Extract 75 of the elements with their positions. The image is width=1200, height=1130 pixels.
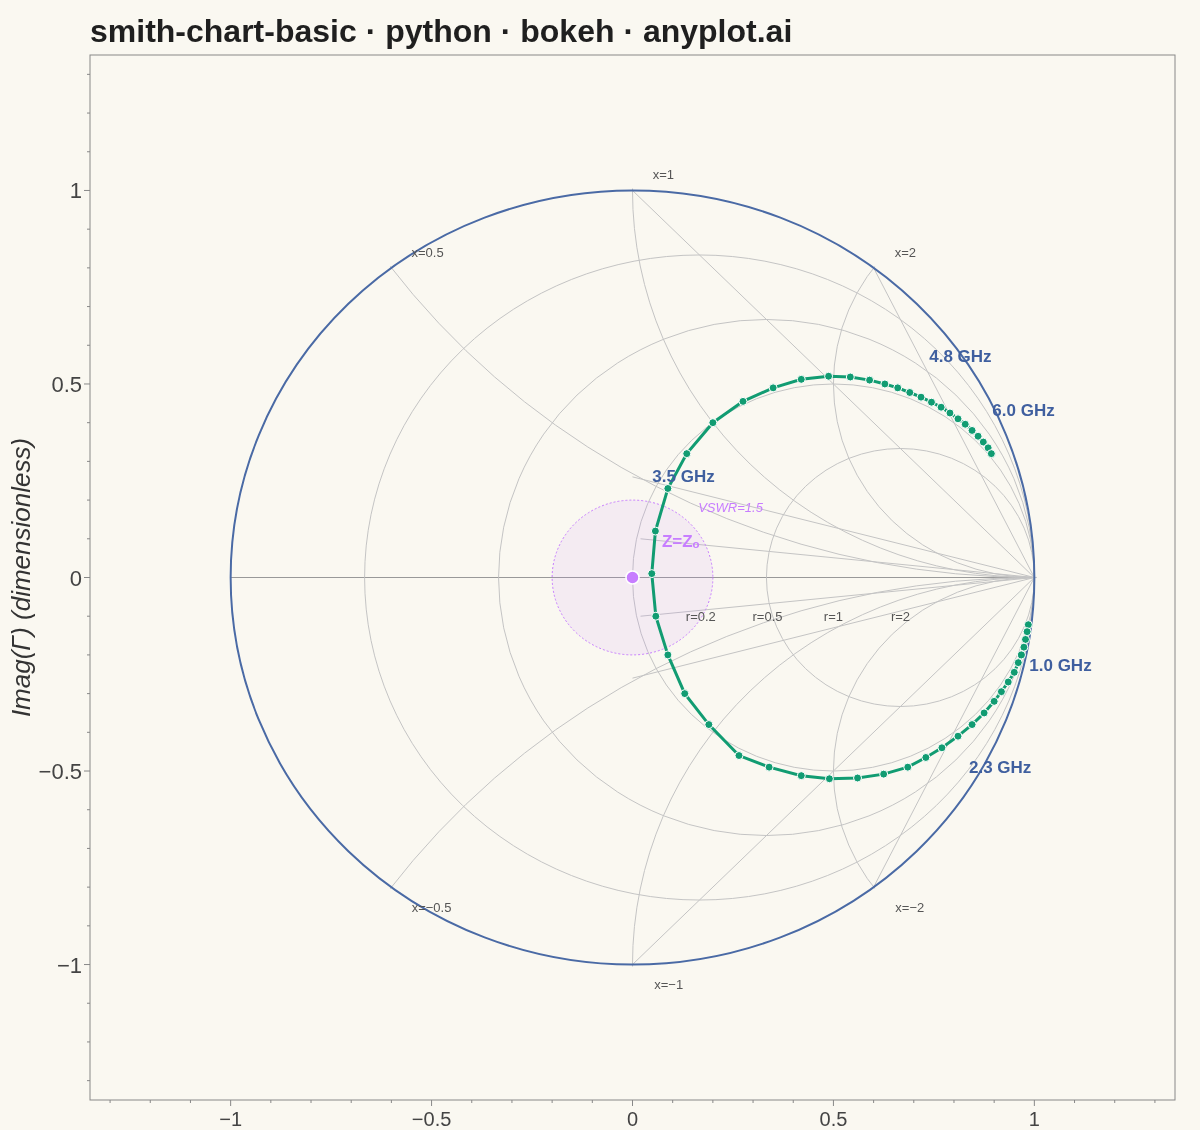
data-point [680, 689, 690, 699]
grid-label: x=0.5 [411, 245, 444, 261]
grid-label: r=0.2 [685, 608, 716, 624]
data-point [1017, 650, 1026, 660]
data-point [893, 383, 903, 393]
data-point [880, 379, 890, 389]
grid-label: r=1 [823, 608, 843, 624]
x-tick-label: −1 [219, 1108, 243, 1130]
data-point [996, 687, 1006, 697]
data-point [824, 774, 834, 784]
x-tick-label: −0.5 [411, 1108, 452, 1130]
grid-label: x=−2 [895, 900, 925, 915]
data-point [845, 372, 855, 382]
data-point [1023, 620, 1033, 630]
grid-label: x=1 [652, 167, 675, 183]
y-axis-label: Imag(Γ) (dimensionless) [6, 437, 36, 718]
data-point [986, 449, 996, 459]
data-point [768, 383, 778, 393]
data-point [953, 414, 963, 424]
matched-point-marker [625, 570, 640, 585]
data-point [945, 408, 955, 418]
data-point [824, 371, 834, 381]
data-point [967, 425, 977, 435]
data-point [650, 526, 660, 536]
data-point [927, 397, 936, 407]
x-tick-label: 0.5 [819, 1108, 848, 1130]
data-point [651, 611, 661, 621]
x-tick-label: 1 [1028, 1108, 1040, 1130]
data-point [764, 762, 774, 772]
data-point [1009, 667, 1019, 677]
data-point [973, 431, 983, 441]
grid-label: x=−1 [654, 977, 684, 993]
data-point [647, 569, 657, 579]
data-point [1013, 658, 1023, 668]
y-tick-label: −1 [56, 952, 82, 978]
y-tick-label: 1 [69, 178, 82, 204]
data-point [738, 396, 748, 406]
data-point [936, 402, 946, 412]
matched-point-label: Z=Zₒ [661, 531, 700, 551]
data-point [903, 762, 913, 772]
y-tick-label: −0.5 [38, 759, 82, 784]
data-point [1021, 634, 1030, 644]
y-tick-label: 0.5 [51, 372, 82, 397]
data-point [1022, 627, 1032, 637]
data-point [1019, 642, 1029, 652]
data-point [960, 419, 970, 429]
vswr-label: VSWR=1.5 [698, 500, 763, 516]
data-point [916, 392, 926, 402]
data-point [708, 418, 718, 428]
x-tick-label: 0 [626, 1108, 639, 1130]
chart-title: smith-chart-basic · python · bokeh · anyplot.ai [89, 12, 794, 50]
data-point [1003, 677, 1013, 687]
data-point [953, 731, 963, 741]
data-point [879, 769, 889, 779]
data-point [796, 771, 806, 781]
y-tick-label: 0 [69, 565, 82, 591]
data-point [989, 696, 999, 706]
frequency-label: 1.0 GHz [1029, 656, 1092, 676]
grid-label: r=0.5 [752, 608, 783, 624]
data-point [967, 720, 977, 730]
data-point [978, 437, 988, 447]
data-point [937, 743, 947, 753]
data-point [865, 375, 875, 385]
data-point [663, 650, 673, 660]
data-point [682, 449, 692, 459]
data-point [979, 708, 989, 718]
data-point [734, 751, 744, 761]
data-point [905, 388, 915, 397]
grid-label: x=2 [894, 245, 916, 261]
data-point [853, 773, 863, 783]
grid-label: r=2 [890, 608, 911, 624]
data-point [921, 752, 931, 762]
data-point [796, 374, 806, 384]
data-point [704, 720, 714, 730]
data-point [663, 484, 673, 493]
